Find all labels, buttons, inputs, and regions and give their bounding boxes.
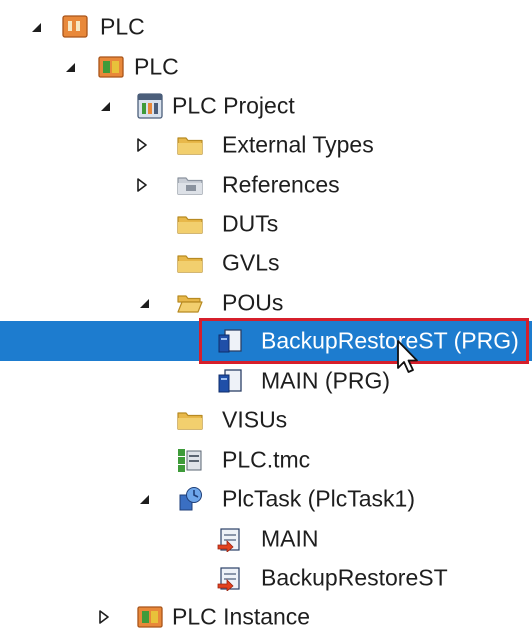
- tree-node-label: BackupRestoreST: [261, 564, 448, 591]
- folder-open-icon: [177, 290, 203, 316]
- tmc-file-icon: [177, 447, 203, 473]
- tree-node-plctask[interactable]: PlcTask (PlcTask1): [0, 479, 532, 519]
- tree-node-plc-tmc[interactable]: PLC.tmc: [0, 440, 532, 480]
- tree-node-label: External Types: [222, 131, 374, 158]
- tree-node-gvls[interactable]: GVLs: [0, 243, 532, 283]
- expanded-arrow-icon[interactable]: [30, 20, 42, 34]
- tree-node-label: References: [222, 171, 340, 198]
- tree-node-label: GVLs: [222, 249, 280, 276]
- tree-node-label: PLC Project: [172, 92, 295, 119]
- plc-instance-icon: [137, 604, 163, 630]
- pou-program-icon: [217, 368, 243, 394]
- folder-icon: [177, 132, 203, 158]
- tree-node-duts[interactable]: DUTs: [0, 204, 532, 244]
- pou-program-icon: [217, 328, 243, 354]
- task-call-icon: [217, 526, 243, 552]
- collapsed-arrow-icon[interactable]: [98, 610, 110, 624]
- folder-icon: [177, 211, 203, 237]
- tree-node-plc-root[interactable]: PLC: [0, 7, 532, 47]
- folder-icon: [177, 250, 203, 276]
- tree-node-visus[interactable]: VISUs: [0, 400, 532, 440]
- expanded-arrow-icon[interactable]: [138, 492, 150, 506]
- tree-node-label: DUTs: [222, 210, 279, 237]
- tree-node-label: PLC.tmc: [222, 446, 311, 473]
- task-call-icon: [217, 565, 243, 591]
- tree-node-task-backup-restore-st[interactable]: BackupRestoreST: [0, 558, 532, 598]
- expanded-arrow-icon[interactable]: [64, 60, 76, 74]
- tree-node-backup-restore-st-prg[interactable]: BackupRestoreST (PRG): [0, 321, 532, 361]
- tree-node-label: BackupRestoreST (PRG): [261, 327, 519, 354]
- collapsed-arrow-icon[interactable]: [136, 138, 148, 152]
- plc-project-file-icon: [137, 93, 163, 119]
- plc-project-icon: [62, 14, 88, 40]
- tree-node-pous[interactable]: POUs: [0, 283, 532, 323]
- tree-node-references[interactable]: References: [0, 165, 532, 205]
- tree-node-label: PLC Instance: [172, 603, 311, 630]
- tree-node-label: VISUs: [222, 406, 288, 433]
- task-icon: [177, 486, 203, 512]
- expanded-arrow-icon[interactable]: [138, 296, 150, 310]
- mouse-cursor-icon: [396, 339, 422, 377]
- references-folder-icon: [177, 172, 203, 198]
- tree-node-label: MAIN: [261, 525, 319, 552]
- tree-node-label: PlcTask (PlcTask1): [222, 485, 415, 512]
- tree-node-label: MAIN (PRG): [261, 367, 391, 394]
- plc-icon: [98, 54, 124, 80]
- expanded-arrow-icon[interactable]: [99, 99, 111, 113]
- folder-icon: [177, 407, 203, 433]
- tree-node-main-prg[interactable]: MAIN (PRG): [0, 361, 532, 401]
- solution-explorer-tree: PLC PLC PLC Project External Types Refer…: [0, 0, 532, 630]
- tree-node-plc-project[interactable]: PLC Project: [0, 86, 532, 126]
- tree-node-label: PLC: [100, 13, 145, 40]
- tree-node-plc-instance[interactable]: PLC Instance: [0, 597, 532, 637]
- tree-node-label: POUs: [222, 289, 284, 316]
- tree-node-plc[interactable]: PLC: [0, 47, 532, 87]
- tree-node-label: PLC: [134, 53, 179, 80]
- tree-node-external-types[interactable]: External Types: [0, 125, 532, 165]
- tree-node-task-main[interactable]: MAIN: [0, 519, 532, 559]
- collapsed-arrow-icon[interactable]: [136, 178, 148, 192]
